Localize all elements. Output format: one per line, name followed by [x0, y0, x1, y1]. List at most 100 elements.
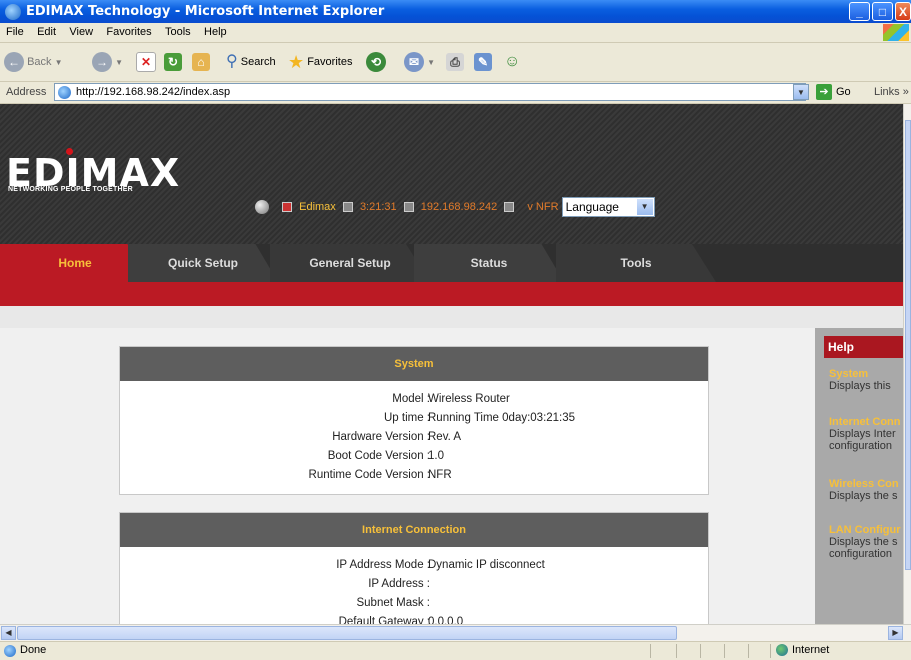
page-done-icon [4, 645, 16, 657]
page-viewport: EDIMAX NETWORKING PEOPLE TOGETHER Edimax… [0, 104, 903, 624]
tab-tools[interactable]: Tools [556, 244, 716, 282]
internet-row: IP Address : [368, 578, 430, 590]
router-info-bar: Edimax 3:21:31 192.168.98.242 v NFR Lang… [255, 197, 655, 217]
address-bar: Address http://192.168.98.242/index.asp … [0, 82, 911, 104]
help-item: LAN Configur Displays the s configuratio… [829, 524, 901, 560]
home-button[interactable]: ⌂ [192, 50, 210, 74]
system-row: Hardware Version : Rev. A [332, 431, 462, 443]
menu-file[interactable]: File [6, 23, 24, 42]
address-dropdown-button[interactable]: ▼ [793, 84, 809, 100]
edit-button[interactable]: ✎ [474, 50, 492, 74]
tab-underline-band [0, 282, 903, 306]
router-header: EDIMAX NETWORKING PEOPLE TOGETHER Edimax… [0, 104, 903, 244]
status-text: Done [20, 644, 47, 656]
internet-zone-icon [776, 644, 788, 657]
forward-button[interactable]: → ▼ [92, 50, 123, 74]
language-select[interactable]: Language ▼ [561, 197, 655, 217]
go-arrow-icon: ➔ [816, 84, 832, 100]
ie-icon [5, 4, 21, 20]
page-icon [58, 86, 71, 99]
menu-edit[interactable]: Edit [37, 23, 56, 42]
links-button[interactable]: Links » [874, 86, 909, 98]
address-label: Address [6, 86, 47, 98]
address-input[interactable]: http://192.168.98.242/index.asp [54, 83, 806, 101]
title-bar: EDIMAX Technology - Microsoft Internet E… [0, 0, 911, 23]
star-icon: ★ [288, 52, 305, 73]
menu-view[interactable]: View [69, 23, 93, 42]
go-button[interactable]: ➔ Go [816, 84, 851, 100]
search-button[interactable]: ⚲ Search [226, 50, 276, 74]
back-button[interactable]: ← Back ▼ [4, 50, 63, 74]
content-area: System Model : Wireless Router Up time :… [0, 328, 815, 624]
globe-icon [255, 200, 269, 214]
stop-button[interactable]: ✕ [136, 50, 156, 74]
system-panel: System Model : Wireless Router Up time :… [119, 346, 709, 495]
tab-general-setup[interactable]: General Setup [270, 244, 430, 282]
help-item: Wireless Con Displays the s [829, 478, 899, 502]
window-title: EDIMAX Technology - Microsoft Internet E… [26, 4, 385, 19]
system-row: Runtime Code Version : NFR [308, 469, 452, 481]
help-title: Help [824, 336, 903, 358]
menu-tools[interactable]: Tools [165, 23, 191, 42]
tagline: NETWORKING PEOPLE TOGETHER [8, 186, 133, 193]
tab-status[interactable]: Status [414, 244, 564, 282]
menu-favorites[interactable]: Favorites [106, 23, 151, 42]
horizontal-scrollbar[interactable]: ◀ ▶ [0, 624, 911, 641]
status-bar: Done Internet [0, 641, 911, 660]
horizontal-scroll-thumb[interactable] [17, 626, 677, 640]
vertical-scroll-thumb[interactable] [905, 120, 911, 570]
favorites-button[interactable]: ★ Favorites [288, 50, 352, 74]
home-icon: ⌂ [192, 53, 210, 72]
internet-row: IP Address Mode : Dynamic IP disconnect [336, 559, 545, 571]
bullet-icon [504, 202, 515, 212]
scroll-left-button[interactable]: ◀ [1, 626, 16, 640]
print-icon: ⎙ [446, 53, 464, 72]
close-button[interactable]: X [895, 2, 911, 21]
router-time: 3:21:31 [359, 201, 397, 213]
refresh-icon: ↻ [164, 53, 182, 72]
toolbar: ← Back ▼ → ▼ ✕ ↻ ⌂ ⚲ Search ★ Favorites … [0, 43, 911, 82]
firmware-version: v NFR [527, 201, 559, 213]
help-item: Internet Conn Displays Inter configurati… [829, 416, 901, 452]
search-icon: ⚲ [226, 53, 238, 71]
router-name: Edimax [299, 201, 336, 213]
tab-quick-setup[interactable]: Quick Setup [128, 244, 278, 282]
internet-row: Subnet Mask : [356, 597, 430, 609]
bullet-icon [342, 202, 353, 212]
messenger-button[interactable]: ☺ [504, 50, 520, 74]
address-url: http://192.168.98.242/index.asp [76, 86, 231, 98]
windows-logo-icon [883, 24, 909, 41]
mail-icon: ✉ [404, 52, 424, 73]
vertical-scrollbar[interactable] [903, 104, 911, 624]
forward-arrow-icon: → [92, 52, 112, 73]
internet-connection-panel: Internet Connection IP Address Mode : Dy… [119, 512, 709, 624]
maximize-button[interactable]: □ [872, 2, 893, 21]
nav-tabs: Home Quick Setup General Setup Status To… [0, 244, 903, 282]
mail-button[interactable]: ✉ ▼ [404, 50, 435, 74]
tab-home[interactable]: Home [0, 244, 150, 282]
minimize-button[interactable]: _ [849, 2, 870, 21]
history-button[interactable]: ⟲ [366, 50, 386, 74]
system-panel-title: System [120, 347, 708, 381]
internet-row: Default Gateway : 0.0.0.0 [338, 616, 464, 624]
menu-help[interactable]: Help [204, 23, 227, 42]
print-button[interactable]: ⎙ [446, 50, 464, 74]
help-item: System Displays this [829, 368, 891, 392]
bullet-icon [282, 202, 293, 212]
help-sidebar: Help System Displays this Internet Conn … [815, 328, 903, 624]
sub-nav-band [0, 306, 903, 328]
internet-panel-title: Internet Connection [120, 513, 708, 547]
messenger-icon: ☺ [504, 53, 521, 71]
menu-bar: File Edit View Favorites Tools Help [0, 23, 911, 43]
system-row: Up time : Running Time 0day:03:21:35 [383, 412, 576, 424]
refresh-button[interactable]: ↻ [164, 50, 182, 74]
history-icon: ⟲ [366, 52, 386, 73]
router-ip: 192.168.98.242 [420, 201, 498, 213]
system-row: Model : Wireless Router [392, 393, 510, 405]
stop-icon: ✕ [136, 52, 156, 73]
edit-icon: ✎ [474, 53, 492, 72]
back-arrow-icon: ← [4, 52, 24, 73]
security-zone: Internet [776, 644, 829, 657]
scroll-right-button[interactable]: ▶ [888, 626, 903, 640]
chevron-down-icon: ▼ [636, 199, 653, 215]
